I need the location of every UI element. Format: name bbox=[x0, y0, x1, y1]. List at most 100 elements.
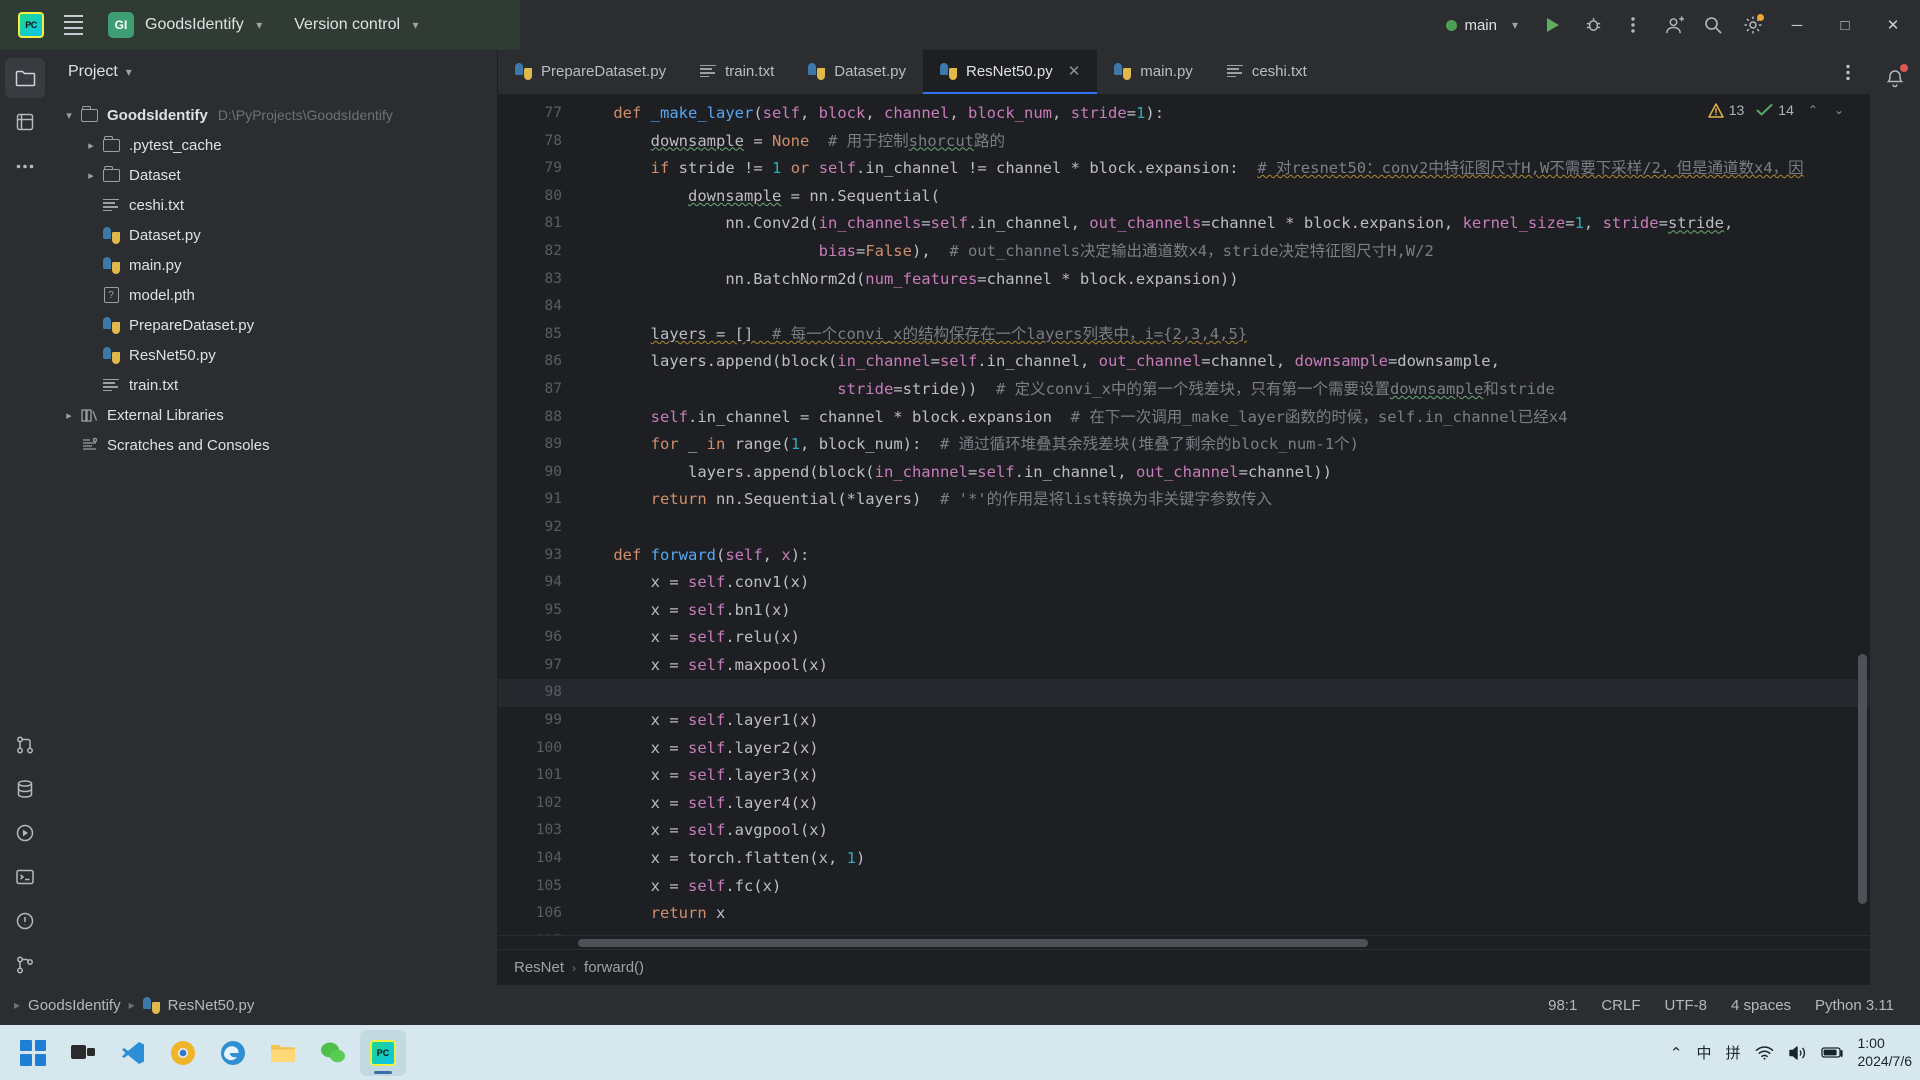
code-line[interactable]: 88 self.in_channel = channel * block.exp… bbox=[498, 404, 1870, 432]
code-line[interactable]: 102 x = self.layer4(x) bbox=[498, 790, 1870, 818]
code-line[interactable]: 94 x = self.conv1(x) bbox=[498, 569, 1870, 597]
search-icon[interactable] bbox=[1694, 6, 1732, 44]
version-control-button[interactable]: Version control ▾ bbox=[294, 16, 418, 34]
sidebar-item-pull-requests[interactable] bbox=[5, 725, 45, 765]
close-tab-icon[interactable]: ✕ bbox=[1068, 62, 1081, 80]
sidebar-item-database[interactable] bbox=[5, 769, 45, 809]
breadcrumb-class[interactable]: ResNet bbox=[514, 959, 564, 976]
chevron-right-icon[interactable]: ▸ bbox=[82, 169, 100, 182]
code-line[interactable]: 104 x = torch.flatten(x, 1) bbox=[498, 845, 1870, 873]
volume-icon[interactable] bbox=[1788, 1045, 1807, 1061]
code-line[interactable]: 84 bbox=[498, 293, 1870, 321]
code-line[interactable]: 95 x = self.bn1(x) bbox=[498, 597, 1870, 625]
chrome-canary-icon[interactable] bbox=[160, 1030, 206, 1076]
sidebar-item-version-control[interactable] bbox=[5, 945, 45, 985]
chevron-down-icon[interactable]: ▾ bbox=[60, 109, 78, 122]
code-line[interactable]: 106 return x bbox=[498, 900, 1870, 928]
file-explorer-icon[interactable] bbox=[260, 1030, 306, 1076]
code-line[interactable]: 80 downsample = nn.Sequential( bbox=[498, 183, 1870, 211]
code-line[interactable]: 89 for _ in range(1, block_num): # 通过循环堆… bbox=[498, 431, 1870, 459]
code-line[interactable]: 99 x = self.layer1(x) bbox=[498, 707, 1870, 735]
sidebar-item-more[interactable] bbox=[5, 146, 45, 186]
code-line[interactable]: 100 x = self.layer2(x) bbox=[498, 735, 1870, 763]
edge-icon[interactable] bbox=[210, 1030, 256, 1076]
indent-setting[interactable]: 4 spaces bbox=[1719, 993, 1803, 1018]
notifications-button[interactable] bbox=[1875, 58, 1915, 98]
close-window-button[interactable]: ✕ bbox=[1870, 0, 1916, 50]
more-actions-icon[interactable] bbox=[1614, 6, 1652, 44]
status-project-name[interactable]: GoodsIdentify bbox=[28, 997, 121, 1014]
project-panel-header[interactable]: Project ▾ bbox=[50, 50, 497, 94]
code-line[interactable]: 91 return nn.Sequential(*layers) # '*'的作… bbox=[498, 486, 1870, 514]
inspection-ok[interactable]: 14 bbox=[1756, 102, 1794, 118]
windows-start-icon[interactable] bbox=[10, 1030, 56, 1076]
tree-item[interactable]: ? model.pth bbox=[50, 280, 497, 310]
tree-item[interactable]: ▾ GoodsIdentify D:\PyProjects\GoodsIdentif… bbox=[50, 100, 497, 130]
code-line[interactable]: 103 x = self.avgpool(x) bbox=[498, 817, 1870, 845]
code-line[interactable]: 92 bbox=[498, 514, 1870, 542]
sidebar-item-commit[interactable] bbox=[5, 102, 45, 142]
code-line[interactable]: 101 x = self.layer3(x) bbox=[498, 762, 1870, 790]
breadcrumb-method[interactable]: forward() bbox=[584, 959, 644, 976]
code-editor[interactable]: 13 14 ⌃ ⌄ 77 def _make_layer(self, block… bbox=[498, 94, 1870, 935]
editor-tab[interactable]: PrepareDataset.py bbox=[498, 50, 683, 94]
status-file-name[interactable]: ResNet50.py bbox=[168, 997, 255, 1014]
caret-position[interactable]: 98:1 bbox=[1536, 993, 1589, 1018]
code-line[interactable]: 93 def forward(self, x): bbox=[498, 542, 1870, 570]
file-encoding[interactable]: UTF-8 bbox=[1653, 993, 1720, 1018]
show-hidden-icons-chevron[interactable]: ⌃ bbox=[1670, 1044, 1683, 1062]
code-line[interactable]: 83 nn.BatchNorm2d(num_features=channel *… bbox=[498, 266, 1870, 294]
tree-item[interactable]: train.txt bbox=[50, 370, 497, 400]
wechat-icon[interactable] bbox=[310, 1030, 356, 1076]
maximize-window-button[interactable]: □ bbox=[1822, 0, 1868, 50]
task-view-icon[interactable] bbox=[60, 1030, 106, 1076]
inspection-warnings[interactable]: 13 bbox=[1707, 102, 1744, 118]
code-line[interactable]: 97 x = self.maxpool(x) bbox=[498, 652, 1870, 680]
hamburger-menu-icon[interactable] bbox=[56, 8, 90, 42]
code-line[interactable]: 107 bbox=[498, 928, 1870, 935]
ime-mode-indicator[interactable]: 中 bbox=[1696, 1042, 1711, 1063]
sidebar-item-problems[interactable] bbox=[5, 901, 45, 941]
tree-item[interactable]: ResNet50.py bbox=[50, 340, 497, 370]
editor-tab[interactable]: ceshi.txt bbox=[1210, 50, 1324, 94]
more-tabs-icon[interactable] bbox=[1826, 50, 1870, 94]
editor-tab[interactable]: ResNet50.py ✕ bbox=[922, 50, 1098, 94]
code-line[interactable]: 81 nn.Conv2d(in_channels=self.in_channel… bbox=[498, 210, 1870, 238]
python-interpreter[interactable]: Python 3.11 bbox=[1803, 993, 1906, 1018]
tree-item[interactable]: ▸ .pytest_cache bbox=[50, 130, 497, 160]
tree-item[interactable]: ceshi.txt bbox=[50, 190, 497, 220]
editor-tab[interactable]: train.txt bbox=[683, 50, 791, 94]
tree-item[interactable]: ▸ Dataset bbox=[50, 160, 497, 190]
tree-item[interactable]: Dataset.py bbox=[50, 220, 497, 250]
settings-icon[interactable] bbox=[1734, 6, 1772, 44]
chevron-right-icon[interactable]: ▸ bbox=[60, 409, 78, 422]
project-name-button[interactable]: GoodsIdentify ▾ bbox=[145, 16, 262, 34]
editor-tab[interactable]: Dataset.py bbox=[791, 50, 923, 94]
code-line[interactable]: 96 x = self.relu(x) bbox=[498, 624, 1870, 652]
chevron-right-icon[interactable]: ▸ bbox=[82, 139, 100, 152]
code-line[interactable]: 87 stride=stride)) # 定义convi_x中的第一个残差块，只… bbox=[498, 376, 1870, 404]
wifi-icon[interactable] bbox=[1755, 1045, 1774, 1060]
next-problem-icon[interactable]: ⌄ bbox=[1832, 103, 1846, 117]
debug-icon[interactable] bbox=[1574, 6, 1612, 44]
code-line[interactable]: 86 layers.append(block(in_channel=self.i… bbox=[498, 348, 1870, 376]
pycharm-taskbar-icon[interactable]: PC bbox=[360, 1029, 406, 1076]
tree-item[interactable]: ▸ External Libraries bbox=[50, 400, 497, 430]
sidebar-item-terminal[interactable] bbox=[5, 857, 45, 897]
run-icon[interactable] bbox=[1534, 6, 1572, 44]
tree-item[interactable]: main.py bbox=[50, 250, 497, 280]
code-line[interactable]: 79 if stride != 1 or self.in_channel != … bbox=[498, 155, 1870, 183]
battery-icon[interactable] bbox=[1820, 1046, 1844, 1059]
ime-pinyin-indicator[interactable]: 拼 bbox=[1725, 1042, 1740, 1063]
editor-vertical-scrollbar[interactable] bbox=[1858, 654, 1867, 904]
minimize-window-button[interactable]: ─ bbox=[1774, 0, 1820, 50]
editor-tab[interactable]: main.py bbox=[1097, 50, 1210, 94]
sidebar-item-project[interactable] bbox=[5, 58, 45, 98]
vscode-icon[interactable] bbox=[110, 1030, 156, 1076]
line-separator[interactable]: CRLF bbox=[1589, 993, 1652, 1018]
taskbar-clock[interactable]: 1:00 2024/7/6 bbox=[1858, 1035, 1913, 1070]
code-line[interactable]: 98 bbox=[498, 679, 1870, 708]
code-line[interactable]: 105 x = self.fc(x) bbox=[498, 873, 1870, 901]
code-line[interactable]: 77 def _make_layer(self, block, channel,… bbox=[498, 100, 1870, 128]
code-line[interactable]: 78 downsample = None # 用于控制shorcut路的 bbox=[498, 128, 1870, 156]
